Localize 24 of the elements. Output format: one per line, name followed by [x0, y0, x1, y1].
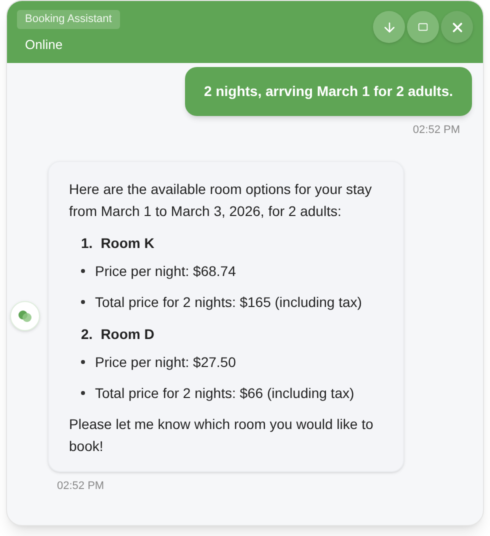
room-name: Room D: [100, 324, 154, 344]
room-detail: Price per night: $27.50: [95, 352, 236, 372]
list-number: 1.: [81, 234, 93, 252]
room-detail: Total price for 2 nights: $165 (including tax): [95, 292, 362, 312]
bullet-icon: [81, 360, 85, 364]
status-text: Online: [25, 36, 63, 54]
user-message: 2 nights, arrving March 1 for 2 adults.: [185, 67, 472, 116]
room-detail: Price per night: $68.74: [95, 262, 236, 281]
bullet-icon: [81, 268, 85, 272]
message-time: 02:52 PM: [412, 123, 460, 138]
room-detail: Total price for 2 nights: $66 (including tax): [95, 384, 354, 403]
room-name: Room K: [100, 234, 154, 252]
message-text: Here are the available room options for your stay from March 1 to March 3, 2026, for 2 adults:: [69, 180, 373, 220]
download-button[interactable]: [373, 11, 405, 43]
message-text: Please let me know which room you would like to book!: [69, 414, 374, 456]
bubbles-icon: [17, 309, 33, 323]
email-button[interactable]: [407, 11, 439, 43]
arrow-down-icon: [382, 20, 396, 34]
list-number: 2.: [81, 324, 93, 344]
bullet-icon: [81, 390, 85, 394]
message-time: 02:52 PM: [57, 478, 106, 494]
assistant-title: Booking Assistant: [17, 10, 120, 28]
close-button[interactable]: [441, 11, 473, 43]
bullet-icon: [81, 300, 85, 304]
